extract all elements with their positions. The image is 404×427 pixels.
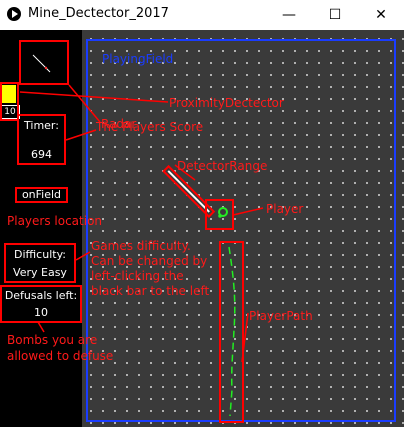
radar-blip	[44, 66, 48, 70]
location-annotation: Players location	[7, 214, 103, 228]
timer-value: 694	[31, 148, 52, 161]
player-path	[228, 246, 236, 417]
minimize-button[interactable]: —	[266, 0, 312, 30]
maximize-button[interactable]: ☐	[312, 0, 358, 30]
timer-label: Timer:	[24, 119, 59, 132]
app-icon	[7, 7, 21, 21]
score-leader	[65, 129, 97, 141]
proximity-leader	[19, 91, 169, 103]
player-center	[218, 214, 222, 218]
title-bar: Mine_Dectector_2017 — ☐ ✕	[0, 0, 404, 30]
player-leader	[232, 207, 264, 216]
difficulty-value[interactable]: Very Easy	[4, 266, 76, 279]
difficulty-annotation-2: Can be changed by	[91, 254, 208, 268]
defusals-value: 10	[34, 306, 48, 319]
bombs-leader	[37, 321, 45, 333]
difficulty-label: Difficulty:	[14, 248, 66, 261]
game-canvas[interactable]: 10 Timer: 694 onField Difficulty: Very E…	[0, 30, 404, 427]
proximity-annotation: ProximityDectector	[169, 96, 284, 110]
radar-sweep	[32, 54, 51, 73]
radar-leader	[68, 84, 101, 123]
player-path-annotation: PlayerPath	[249, 309, 313, 323]
player-annotation: Player	[266, 202, 304, 216]
playing-field-label: PlayingField	[102, 52, 174, 66]
detector-range-annotation: DetectorRange	[177, 159, 268, 173]
close-button[interactable]: ✕	[358, 0, 404, 30]
difficulty-annotation-1: Games difficulty.	[91, 239, 191, 253]
window-title: Mine_Dectector_2017	[28, 6, 169, 21]
bombs-annotation-1: Bombs you are	[7, 333, 98, 347]
difficulty-annotation-4: black bar to the left	[91, 284, 210, 298]
defusals-label: Defusals left:	[4, 289, 78, 302]
score-annotation: The Players Score	[96, 120, 204, 134]
bombs-annotation-2: allowed to defuse	[7, 349, 114, 363]
difficulty-annotation-3: left-clicking the	[91, 269, 184, 283]
location-value: onField	[21, 188, 62, 201]
